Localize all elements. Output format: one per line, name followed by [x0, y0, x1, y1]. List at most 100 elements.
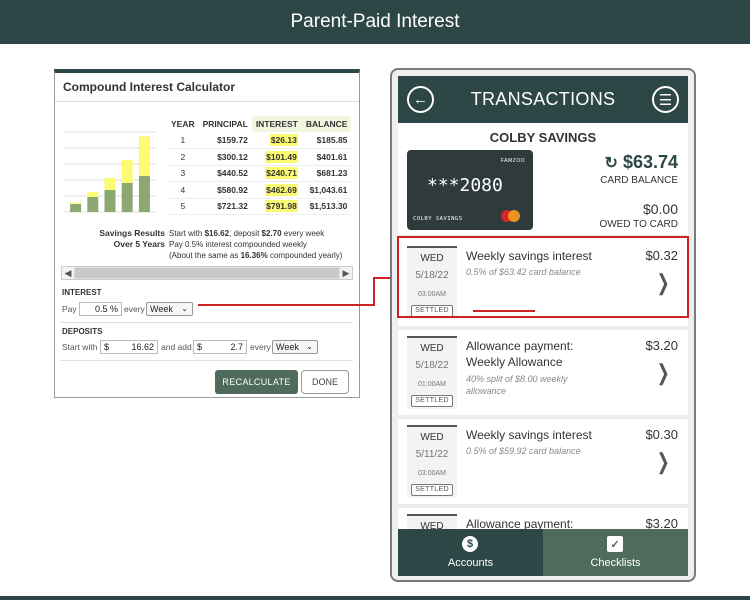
bar-interest-4 — [121, 159, 133, 183]
chevron-down-icon: ⌄ — [181, 304, 188, 313]
balance-cell: $1,513.30 — [301, 198, 352, 215]
bar-interest-1 — [70, 202, 82, 205]
transaction-amount: $3.20 — [645, 338, 678, 353]
horizontal-scrollbar[interactable]: ◀ ▶ — [61, 266, 353, 280]
column-header: YEAR — [171, 119, 195, 129]
interest-cell: $462.69 — [251, 181, 302, 199]
table-row: 2 $300.12 $101.49 $401.61 — [167, 148, 352, 166]
phone-frame: ← TRANSACTIONS ☰ COLBY SAVINGS FAMZOO **… — [390, 68, 696, 582]
table-row: 1 $159.72 $26.13 $185.85 — [167, 132, 352, 149]
recalculate-button[interactable]: RECALCULATE — [215, 370, 298, 394]
balance-cell: $401.61 — [301, 148, 352, 166]
savings-chart — [63, 131, 155, 213]
year-cell: 4 — [167, 181, 199, 199]
bar-interest-5 — [138, 136, 150, 176]
bar-principal-3 — [104, 189, 116, 212]
status-badge: SETTLED — [411, 395, 453, 407]
divider — [61, 322, 353, 323]
table-row: 4 $580.92 $462.69 $1,043.61 — [167, 181, 352, 199]
menu-icon[interactable]: ☰ — [652, 86, 679, 113]
page-header: Parent-Paid Interest — [0, 0, 750, 44]
year-cell: 2 — [167, 148, 199, 166]
principal-cell: $440.52 — [198, 165, 252, 182]
chevron-right-icon[interactable]: ❯ — [656, 360, 669, 386]
interest-cell: $791.98 — [251, 198, 302, 215]
bar-interest-2 — [87, 191, 99, 197]
bar-interest-3 — [104, 177, 116, 190]
transaction-title: Allowance payment: Weekly Allowance — [466, 339, 574, 369]
transaction-row[interactable]: WED 5/11/22 03:00AM SETTLED Weekly savin… — [398, 419, 688, 505]
dollar-icon: $ — [462, 536, 478, 552]
interest-cell: $26.13 — [251, 132, 302, 149]
card-balance-label: CARD BALANCE — [600, 175, 678, 186]
bar-principal-5 — [138, 175, 150, 212]
balance-cell: $1,043.61 — [301, 181, 352, 199]
start-with-label: Start with — [62, 342, 98, 352]
owed-amount: $0.00 — [642, 201, 678, 217]
calculator-title: Compound Interest Calculator — [63, 80, 236, 94]
scroll-right-icon[interactable]: ▶ — [340, 267, 352, 279]
screen-title: TRANSACTIONS — [470, 89, 616, 109]
divider — [55, 101, 359, 102]
footer-bar — [0, 596, 750, 600]
every-label: every — [124, 304, 145, 314]
transaction-subtitle: 40% split of $8.00 weekly allowance — [466, 374, 568, 396]
year-cell: 1 — [167, 132, 199, 149]
card-number: ***2080 — [427, 175, 503, 196]
card-holder: COLBY SAVINGS — [413, 216, 463, 222]
phone-screen: ← TRANSACTIONS ☰ COLBY SAVINGS FAMZOO **… — [398, 76, 688, 576]
balance-cell: $185.85 — [301, 132, 352, 149]
scroll-left-icon[interactable]: ◀ — [62, 267, 74, 279]
page-title: Parent-Paid Interest — [290, 11, 460, 32]
column-header: PRINCIPAL — [202, 119, 248, 129]
year-cell: 5 — [167, 198, 199, 215]
date-block: WED 5/18/22 01:00AM SETTLED — [407, 336, 457, 409]
debit-card[interactable]: FAMZOO ***2080 COLBY SAVINGS — [407, 150, 533, 230]
done-button[interactable]: DONE — [301, 370, 349, 394]
scrollbar-thumb[interactable] — [75, 268, 339, 278]
owed-label: OWED TO CARD — [599, 219, 678, 230]
savings-results-title: Savings Results Over 5 Years — [99, 228, 165, 249]
annotation-connector — [198, 304, 374, 306]
transaction-title: Weekly savings interest — [466, 428, 592, 442]
transaction-amount: $0.30 — [645, 427, 678, 442]
principal-cell: $721.32 — [198, 198, 252, 215]
pay-label: Pay — [62, 304, 77, 314]
checkbox-icon: ✓ — [607, 536, 623, 552]
table-header-row: YEAR PRINCIPAL INTEREST BALANCE — [167, 116, 352, 132]
column-header: INTEREST — [251, 116, 302, 132]
nav-checklists[interactable]: ✓ Checklists — [543, 529, 688, 576]
annotation-connector — [373, 277, 375, 306]
and-add-label: and add — [161, 342, 192, 352]
card-brand: FAMZOO — [500, 158, 525, 164]
nav-checklists-label: Checklists — [590, 557, 641, 569]
highlight-box — [397, 236, 689, 318]
deposit-period-select[interactable]: Week ⌄ — [272, 340, 318, 354]
divider — [61, 360, 353, 361]
bar-principal-4 — [121, 182, 133, 212]
refresh-icon[interactable]: ↻ — [605, 155, 618, 172]
table-row: 5 $721.32 $791.98 $1,513.30 — [167, 198, 352, 215]
interest-section-label: INTEREST — [62, 288, 102, 297]
start-amount-input[interactable]: $16.62 — [100, 340, 158, 354]
year-cell: 3 — [167, 165, 199, 182]
deposits-section-label: DEPOSITS — [62, 327, 103, 336]
interest-period-select[interactable]: Week ⌄ — [146, 302, 193, 316]
deposit-amount-input[interactable]: $2.7 — [193, 340, 247, 354]
status-badge: SETTLED — [411, 484, 453, 496]
chevron-right-icon[interactable]: ❯ — [656, 449, 669, 475]
transactions-header: ← TRANSACTIONS ☰ — [398, 76, 688, 123]
interest-cell: $101.49 — [251, 148, 302, 166]
account-name: COLBY SAVINGS — [489, 130, 597, 145]
interest-rate-input[interactable]: 0.5 % — [79, 302, 122, 316]
deposit-every-label: every — [250, 342, 271, 352]
card-balance[interactable]: ↻ $63.74 — [605, 152, 678, 173]
principal-cell: $159.72 — [198, 132, 252, 149]
chevron-down-icon: ⌄ — [306, 342, 313, 351]
bottom-nav: $ Accounts ✓ Checklists — [398, 529, 688, 576]
nav-accounts[interactable]: $ Accounts — [398, 529, 543, 576]
bar-principal-2 — [87, 196, 99, 212]
date-block: WED 5/11/22 03:00AM SETTLED — [407, 425, 457, 498]
transaction-row[interactable]: WED 5/18/22 01:00AM SETTLED Allowance pa… — [398, 330, 688, 416]
mastercard-logo-icon — [508, 210, 520, 222]
